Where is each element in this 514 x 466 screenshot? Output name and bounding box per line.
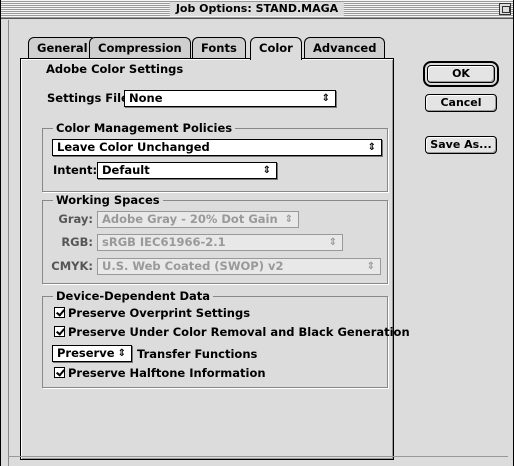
working-spaces-heading: Working Spaces (53, 193, 163, 207)
gray-label: Gray: (58, 212, 93, 226)
rgb-space-value: sRGB IEC61966-2.1 (102, 235, 226, 249)
popup-arrows-icon: ⇕ (117, 348, 126, 359)
settings-file-label: Settings File: (47, 91, 134, 105)
popup-arrows-icon: ⇕ (262, 165, 271, 176)
popup-arrows-icon: ⇕ (328, 237, 337, 248)
color-tab-panel: Adobe Color Settings Settings File: None… (20, 58, 410, 460)
popup-arrows-icon: ⇕ (366, 261, 375, 272)
cmyk-label: CMYK: (51, 259, 93, 273)
transfer-functions-label: Transfer Functions (137, 347, 258, 361)
color-management-group (42, 128, 388, 192)
zoom-box-icon[interactable] (499, 3, 511, 15)
checkbox-checked-icon[interactable] (54, 367, 65, 378)
preserve-ucr-checkbox[interactable]: Preserve Under Color Removal and Black G… (54, 325, 410, 339)
cancel-button[interactable]: Cancel (425, 94, 497, 112)
window-left-edge (8, 20, 9, 466)
color-policy-popup[interactable]: Leave Color Unchanged ⇕ (52, 139, 382, 156)
checkbox-checked-icon[interactable] (54, 326, 65, 337)
preserve-halftone-label: Preserve Halftone Information (68, 366, 266, 380)
preserve-halftone-checkbox[interactable]: Preserve Halftone Information (54, 366, 266, 380)
tab-advanced[interactable]: Advanced (304, 37, 386, 58)
checkbox-checked-icon[interactable] (54, 307, 65, 318)
preserve-overprint-checkbox[interactable]: Preserve Overprint Settings (54, 306, 250, 320)
window-title: Job Options: STAND.MAGA (169, 2, 345, 16)
save-as-button[interactable]: Save As... (425, 136, 497, 154)
settings-file-value: None (129, 91, 163, 105)
tab-compression[interactable]: Compression (89, 37, 191, 58)
tab-color[interactable]: Color (250, 37, 302, 60)
transfer-functions-value: Preserve (57, 346, 115, 360)
color-policy-value: Leave Color Unchanged (57, 140, 210, 154)
preserve-ucr-label: Preserve Under Color Removal and Black G… (68, 325, 410, 339)
rgb-label: RGB: (61, 235, 93, 249)
ok-button[interactable]: OK (423, 61, 499, 87)
rgb-space-popup: sRGB IEC61966-2.1 ⇕ (97, 234, 343, 251)
cmyk-space-popup: U.S. Web Coated (SWOP) v2 ⇕ (97, 258, 381, 275)
color-management-heading: Color Management Policies (53, 121, 236, 135)
cmyk-space-value: U.S. Web Coated (SWOP) v2 (102, 259, 284, 273)
title-bar[interactable]: Job Options: STAND.MAGA (1, 0, 513, 19)
popup-arrows-icon: ⇕ (321, 93, 330, 104)
job-options-window: Job Options: STAND.MAGA General Compress… (0, 0, 514, 466)
gray-space-popup: Adobe Gray - 20% Dot Gain ⇕ (97, 211, 299, 228)
transfer-functions-popup[interactable]: Preserve ⇕ (52, 345, 132, 362)
window-bottom-edge (8, 456, 508, 457)
settings-file-popup[interactable]: None ⇕ (124, 90, 336, 107)
tab-general[interactable]: General (28, 37, 97, 58)
popup-arrows-icon: ⇕ (367, 142, 376, 153)
gray-space-value: Adobe Gray - 20% Dot Gain (102, 212, 278, 226)
popup-arrows-icon: ⇕ (284, 214, 293, 225)
intent-value: Default (102, 163, 150, 177)
intent-label: Intent: (53, 163, 98, 177)
preserve-overprint-label: Preserve Overprint Settings (68, 306, 251, 320)
device-dependent-heading: Device-Dependent Data (53, 289, 214, 303)
intent-popup[interactable]: Default ⇕ (97, 162, 277, 179)
adobe-color-settings-heading: Adobe Color Settings (43, 62, 187, 76)
tab-fonts[interactable]: Fonts (192, 37, 246, 58)
